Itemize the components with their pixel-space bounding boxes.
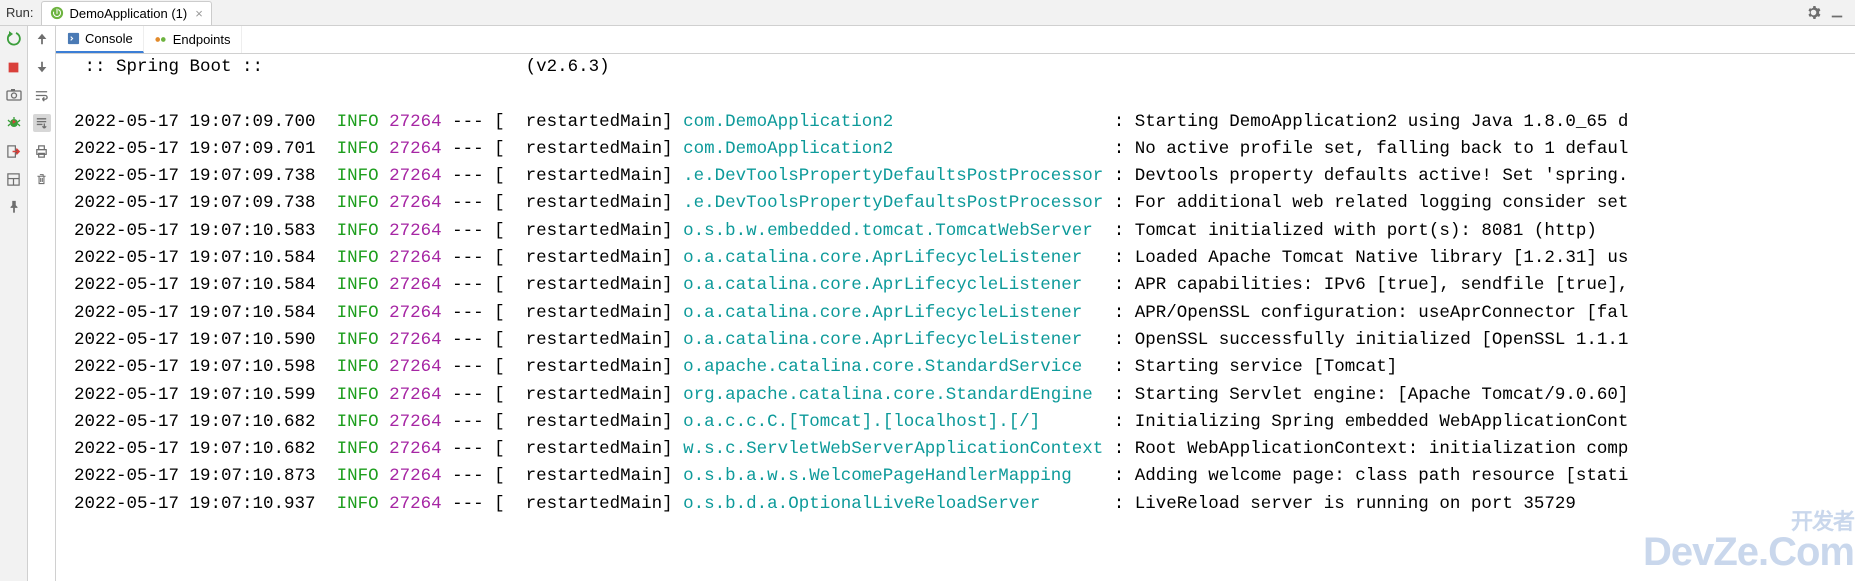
left-toolbar — [0, 26, 28, 581]
rerun-icon[interactable] — [5, 30, 23, 48]
spring-boot-icon — [50, 6, 64, 20]
log-line: 2022-05-17 19:07:10.584 INFO 27264 --- [… — [74, 272, 1855, 299]
close-tab-icon[interactable]: × — [195, 6, 203, 21]
camera-icon[interactable] — [5, 86, 23, 104]
body-area: Console Endpoints :: Spring Boot :: (v2.… — [0, 26, 1855, 581]
log-line: 2022-05-17 19:07:10.599 INFO 27264 --- [… — [74, 382, 1855, 409]
log-line: 2022-05-17 19:07:10.590 INFO 27264 --- [… — [74, 327, 1855, 354]
log-line: 2022-05-17 19:07:10.598 INFO 27264 --- [… — [74, 354, 1855, 381]
sub-tabs: Console Endpoints — [56, 26, 1855, 54]
second-toolbar — [28, 26, 56, 581]
exit-icon[interactable] — [5, 142, 23, 160]
log-line: 2022-05-17 19:07:10.584 INFO 27264 --- [… — [74, 245, 1855, 272]
pin-icon[interactable] — [5, 198, 23, 216]
log-line: 2022-05-17 19:07:10.682 INFO 27264 --- [… — [74, 409, 1855, 436]
bug-rerun-icon[interactable] — [5, 114, 23, 132]
log-line: 2022-05-17 19:07:10.873 INFO 27264 --- [… — [74, 463, 1855, 490]
log-line: 2022-05-17 19:07:09.701 INFO 27264 --- [… — [74, 136, 1855, 163]
up-icon[interactable] — [33, 30, 51, 48]
log-line: 2022-05-17 19:07:10.937 INFO 27264 --- [… — [74, 491, 1855, 518]
scroll-to-end-icon[interactable] — [33, 114, 51, 132]
run-config-tab-label: DemoApplication (1) — [69, 6, 187, 21]
log-line: 2022-05-17 19:07:09.738 INFO 27264 --- [… — [74, 190, 1855, 217]
console-output[interactable]: :: Spring Boot :: (v2.6.3) 2022-05-17 19… — [56, 54, 1855, 581]
minimize-icon[interactable] — [1829, 5, 1845, 21]
log-line: 2022-05-17 19:07:09.738 INFO 27264 --- [… — [74, 163, 1855, 190]
stop-icon[interactable] — [5, 58, 23, 76]
down-icon[interactable] — [33, 58, 51, 76]
log-line: 2022-05-17 19:07:09.700 INFO 27264 --- [… — [74, 109, 1855, 136]
log-line: 2022-05-17 19:07:10.584 INFO 27264 --- [… — [74, 300, 1855, 327]
endpoints-icon — [154, 33, 168, 47]
log-line: 2022-05-17 19:07:10.682 INFO 27264 --- [… — [74, 436, 1855, 463]
run-label: Run: — [6, 5, 33, 20]
main-panel: Console Endpoints :: Spring Boot :: (v2.… — [56, 26, 1855, 581]
log-line: 2022-05-17 19:07:10.583 INFO 27264 --- [… — [74, 218, 1855, 245]
tab-endpoints-label: Endpoints — [173, 32, 231, 47]
print-icon[interactable] — [33, 142, 51, 160]
gear-icon[interactable] — [1805, 5, 1821, 21]
tab-console-label: Console — [85, 31, 133, 46]
tab-console[interactable]: Console — [56, 26, 144, 53]
delete-icon[interactable] — [33, 170, 51, 188]
tab-endpoints[interactable]: Endpoints — [144, 26, 242, 53]
run-config-tab[interactable]: DemoApplication (1) × — [41, 1, 211, 25]
console-icon — [66, 32, 80, 46]
soft-wrap-icon[interactable] — [33, 86, 51, 104]
layout-icon[interactable] — [5, 170, 23, 188]
run-tool-header: Run: DemoApplication (1) × — [0, 0, 1855, 26]
